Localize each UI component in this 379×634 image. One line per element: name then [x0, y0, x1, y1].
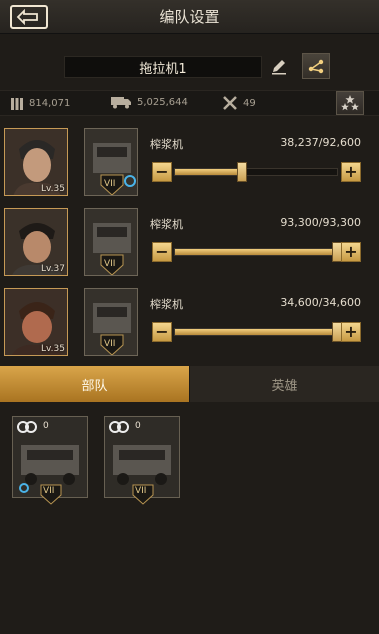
- unit-name: 榨浆机: [150, 218, 183, 231]
- troop-slider[interactable]: [174, 162, 338, 182]
- minus-icon: −: [155, 242, 169, 261]
- slider-fill: [175, 329, 337, 335]
- unit-card-rank: VII: [43, 486, 55, 496]
- ammo-value: 814,071: [29, 97, 71, 109]
- unit-name: 榨浆机: [150, 298, 183, 311]
- pencil-icon[interactable]: [270, 58, 288, 76]
- unit-count: 38,237/92,600: [280, 136, 361, 149]
- unit-name: 榨浆机: [150, 138, 183, 151]
- back-arrow-icon: [16, 9, 38, 25]
- unit-rank: VII: [104, 339, 116, 349]
- cargo-value: 5,025,644: [137, 96, 188, 108]
- decrease-button[interactable]: −: [152, 162, 172, 182]
- tire-icon: [109, 421, 129, 433]
- squad-row: Lv.35 VII 榨浆机 38,237/92,600 − +: [0, 126, 379, 200]
- hero-level: Lv.35: [41, 184, 65, 194]
- plus-icon: +: [344, 242, 358, 261]
- ammo-icon: [11, 98, 23, 110]
- unit-rank: VII: [104, 259, 116, 269]
- truck-unit-icon: [21, 445, 79, 485]
- squad-name-text: 拖拉机1: [139, 61, 187, 77]
- unit-count: 93,300/93,300: [280, 216, 361, 229]
- tab-heroes[interactable]: 英雄: [189, 366, 379, 402]
- decrease-button[interactable]: −: [152, 242, 172, 262]
- plus-icon: +: [344, 322, 358, 341]
- page-title: 编队设置: [159, 8, 220, 26]
- hero-portrait[interactable]: Lv.35: [4, 288, 68, 356]
- top-bar: 编队设置: [0, 0, 379, 34]
- squad-row: Lv.37 VII 榨浆机 93,300/93,300 − +: [0, 206, 379, 280]
- decrease-button[interactable]: −: [152, 322, 172, 342]
- unit-card[interactable]: 0 VII: [104, 416, 180, 505]
- unit-card-count: 0: [135, 421, 141, 431]
- unit-card[interactable]: 0 VII: [12, 416, 88, 505]
- hero-level: Lv.35: [41, 344, 65, 354]
- gear-icon: [19, 483, 29, 493]
- increase-button[interactable]: +: [341, 322, 361, 342]
- plus-icon: +: [344, 162, 358, 181]
- tab-bar: 部队 英雄: [0, 366, 379, 402]
- hero-level: Lv.37: [41, 264, 65, 274]
- unit-portrait[interactable]: VII: [84, 128, 138, 196]
- troop-slider[interactable]: [174, 242, 342, 262]
- minus-icon: −: [155, 162, 169, 181]
- tab-troops[interactable]: 部队: [0, 366, 189, 402]
- tools-value: 49: [243, 97, 256, 109]
- unit-card-count: 0: [43, 421, 49, 431]
- truck-icon: [111, 97, 131, 109]
- slider-fill: [175, 169, 242, 175]
- tab-troops-label: 部队: [81, 378, 108, 394]
- ammo-stat: 814,071: [10, 95, 70, 111]
- share-button[interactable]: [302, 53, 330, 79]
- slider-handle[interactable]: [236, 162, 247, 182]
- squad-name-field[interactable]: 拖拉机1: [64, 56, 262, 78]
- back-button[interactable]: [10, 5, 48, 29]
- unit-count: 34,600/34,600: [280, 296, 361, 309]
- increase-button[interactable]: +: [341, 162, 361, 182]
- hero-portrait[interactable]: Lv.35: [4, 128, 68, 196]
- resource-stats-bar: 814,071 5,025,644 49: [0, 90, 379, 116]
- unit-portrait[interactable]: VII: [84, 208, 138, 276]
- squad-row: Lv.35 VII 榨浆机 34,600/34,600 − +: [0, 286, 379, 360]
- rank-stars-button[interactable]: [336, 91, 364, 115]
- minus-icon: −: [155, 322, 169, 341]
- hero-portrait[interactable]: Lv.37: [4, 208, 68, 276]
- cargo-stat: 5,025,644: [110, 95, 188, 109]
- stars-icon: [341, 95, 359, 111]
- increase-button[interactable]: +: [341, 242, 361, 262]
- share-icon: [308, 59, 324, 74]
- tools-icon: [223, 96, 237, 110]
- tire-icon: [17, 421, 37, 433]
- tab-heroes-label: 英雄: [271, 378, 298, 394]
- slider-fill: [175, 249, 337, 255]
- unit-card-rank: VII: [135, 486, 147, 496]
- unit-rank: VII: [104, 179, 116, 189]
- unit-portrait[interactable]: VII: [84, 288, 138, 356]
- troop-slider[interactable]: [174, 322, 342, 342]
- tools-stat: 49: [222, 95, 256, 111]
- truck-unit-icon: [113, 445, 171, 485]
